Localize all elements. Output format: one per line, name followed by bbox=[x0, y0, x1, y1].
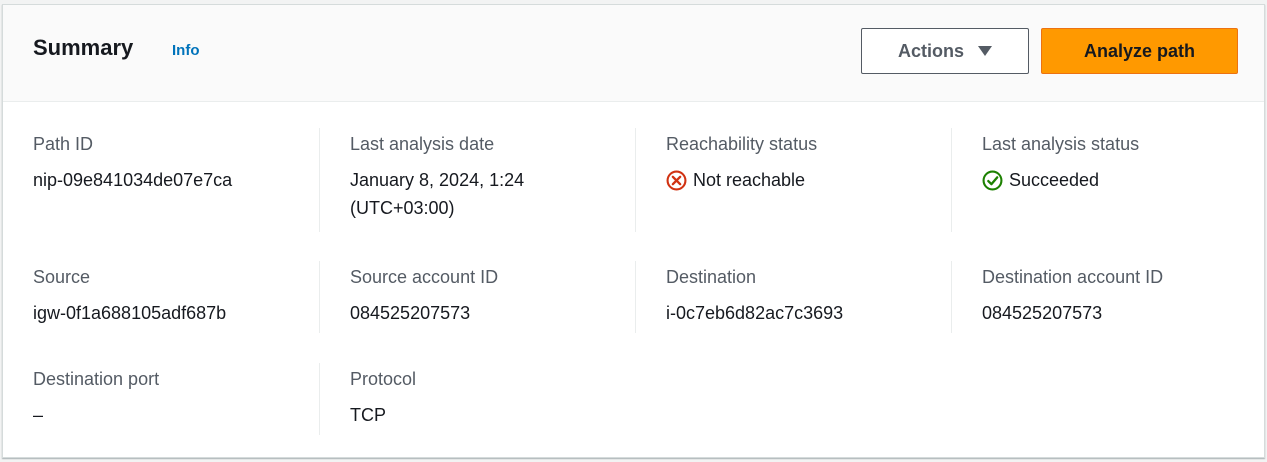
field-label: Source bbox=[33, 267, 91, 287]
field-value: 084525207573 bbox=[982, 303, 1103, 323]
check-circle-icon bbox=[982, 170, 1003, 190]
summary-grid: Path ID nip-09e841034de07e7ca Last analy… bbox=[3, 102, 1264, 457]
date-line: January 8, 2024, 1:24 bbox=[350, 170, 525, 190]
analyze-path-button-label: Analyze path bbox=[1083, 40, 1196, 61]
actions-button-label: Actions bbox=[897, 40, 964, 61]
field-label: Last analysis status bbox=[982, 134, 1140, 154]
field-label: Destination port bbox=[33, 369, 160, 389]
field-value: igw-0f1a688105adf687b bbox=[33, 303, 227, 323]
caret-down-icon bbox=[978, 46, 992, 56]
field-last-analysis-status: Last analysis status Succeeded bbox=[951, 128, 1267, 232]
field-label: Reachability status bbox=[666, 134, 818, 154]
field-label: Destination account ID bbox=[982, 267, 1164, 287]
field-label: Protocol bbox=[350, 369, 417, 389]
field-source: Source igw-0f1a688105adf687b bbox=[33, 265, 349, 327]
analysis-status-value: Succeeded bbox=[982, 166, 1267, 194]
field-value: – bbox=[33, 405, 44, 425]
field-protocol: Protocol TCP bbox=[319, 363, 635, 435]
field-destination-port: Destination port – bbox=[33, 367, 349, 429]
reachability-status-value: Not reachable bbox=[666, 166, 951, 194]
field-value: 084525207573 bbox=[350, 303, 471, 323]
field-source-account-id: Source account ID 084525207573 bbox=[319, 261, 635, 333]
info-link[interactable]: Info bbox=[172, 42, 200, 59]
summary-panel: Summary Info Actions Analyze path Path I… bbox=[2, 4, 1265, 458]
field-destination-account-id: Destination account ID 084525207573 bbox=[951, 261, 1267, 333]
field-label: Path ID bbox=[33, 134, 94, 154]
field-label: Source account ID bbox=[350, 267, 499, 287]
x-circle-icon bbox=[666, 170, 687, 190]
field-value: i-0c7eb6d82ac7c3693 bbox=[666, 303, 844, 323]
status-text: Not reachable bbox=[693, 170, 806, 190]
timezone-line: (UTC+03:00) bbox=[350, 198, 455, 218]
field-value: TCP bbox=[350, 405, 386, 425]
field-value: nip-09e841034de07e7ca bbox=[33, 170, 233, 190]
actions-button[interactable]: Actions bbox=[861, 28, 1029, 74]
field-label: Destination bbox=[666, 267, 757, 287]
panel-header: Summary Info Actions Analyze path bbox=[3, 5, 1264, 102]
field-path-id: Path ID nip-09e841034de07e7ca bbox=[33, 132, 349, 194]
field-destination: Destination i-0c7eb6d82ac7c3693 bbox=[635, 261, 951, 333]
status-text: Succeeded bbox=[1009, 170, 1100, 190]
field-reachability-status: Reachability status Not reachable bbox=[635, 128, 951, 232]
field-value: January 8, 2024, 1:24 (UTC+03:00) bbox=[350, 166, 635, 222]
field-label: Last analysis date bbox=[350, 134, 495, 154]
analyze-path-button[interactable]: Analyze path bbox=[1041, 28, 1238, 74]
field-last-analysis-date: Last analysis date January 8, 2024, 1:24… bbox=[319, 128, 635, 232]
panel-title: Summary bbox=[33, 35, 134, 60]
